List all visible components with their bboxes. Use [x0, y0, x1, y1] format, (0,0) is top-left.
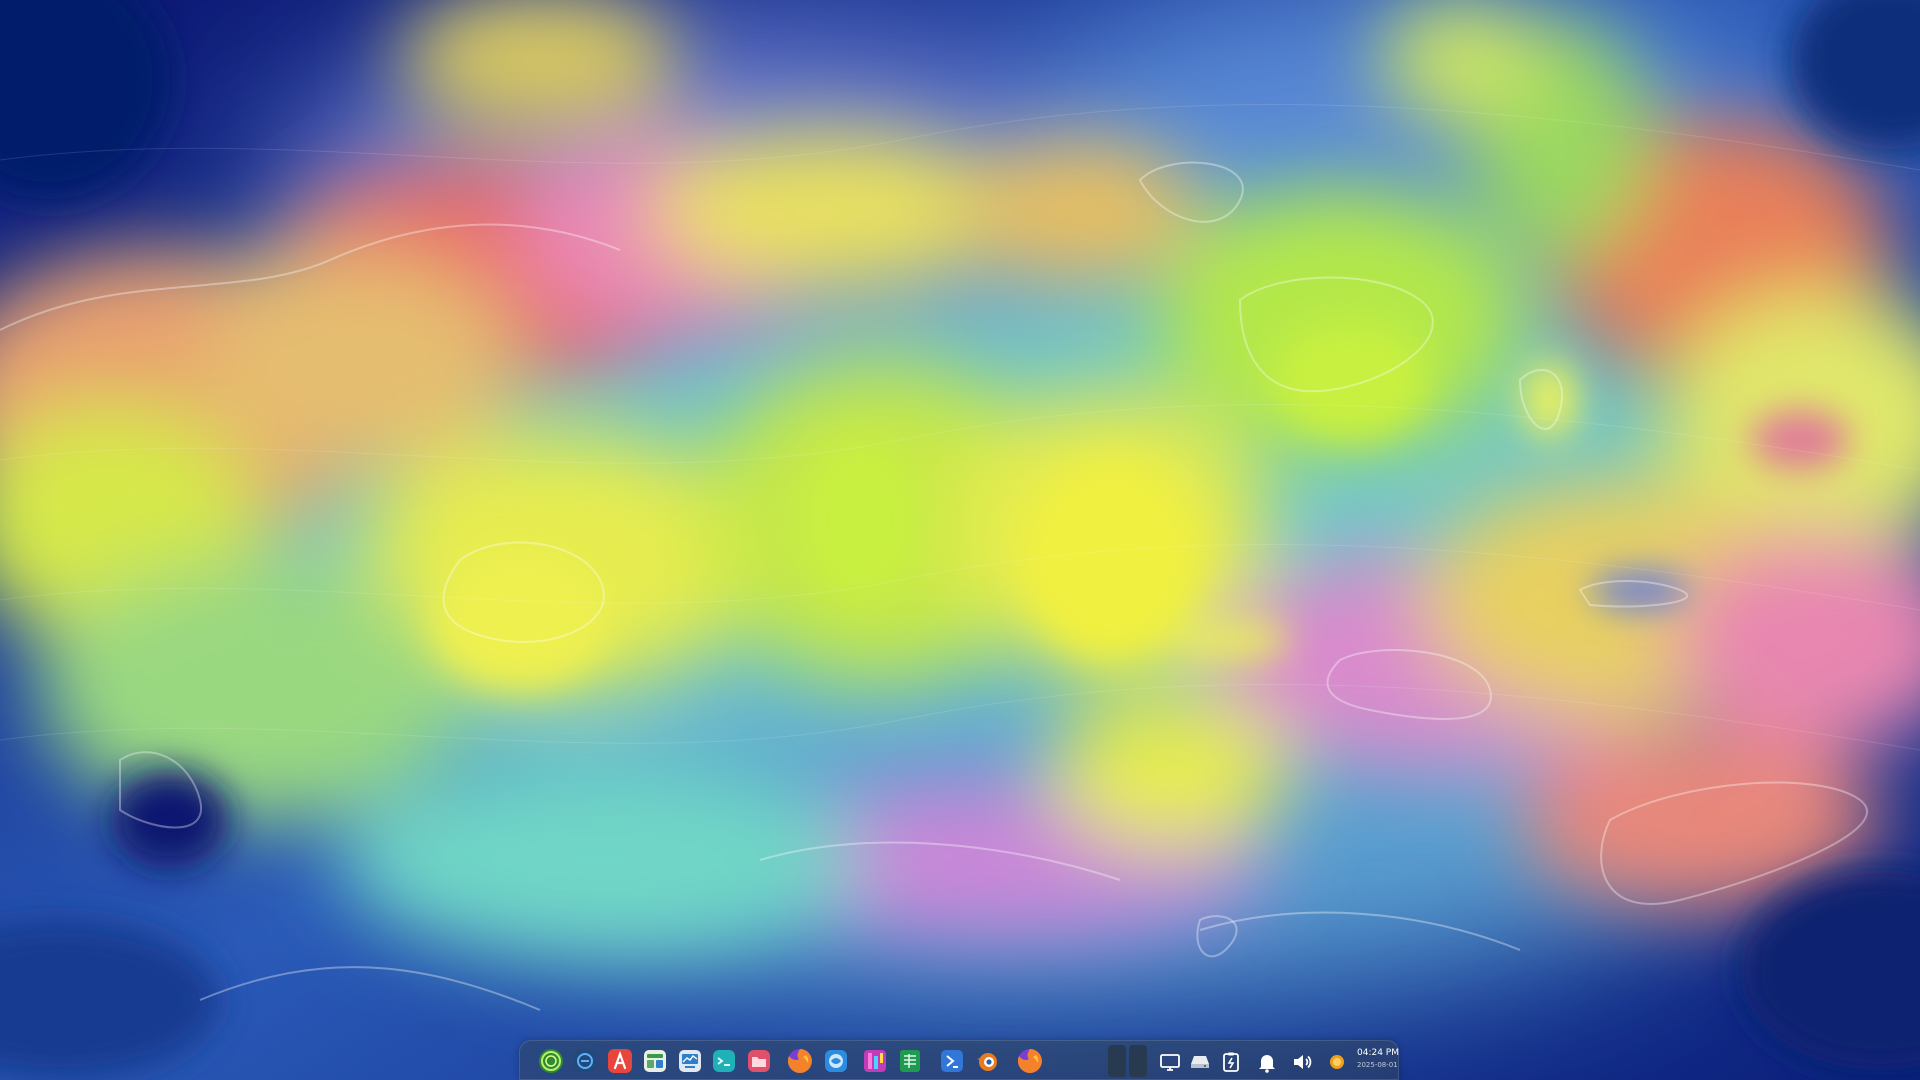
- clipboard-icon[interactable]: [1218, 1049, 1244, 1075]
- app-store-icon[interactable]: [606, 1047, 634, 1075]
- weather-icon[interactable]: [1324, 1049, 1350, 1075]
- multitask-view-icon[interactable]: [571, 1047, 599, 1075]
- browser-icon[interactable]: [822, 1047, 850, 1075]
- desktop: 04:24 PM 2025-08-01: [0, 0, 1920, 1080]
- graphics-editor-icon[interactable]: [861, 1047, 889, 1075]
- monitor-icon[interactable]: [1157, 1049, 1183, 1075]
- clock-date: 2025-08-01: [1357, 1061, 1398, 1069]
- clock[interactable]: 04:24 PM 2025-08-01: [1357, 1047, 1401, 1075]
- clock-time: 04:24 PM: [1357, 1048, 1399, 1058]
- spreadsheet-icon[interactable]: [896, 1047, 924, 1075]
- firefox-icon[interactable]: [1016, 1047, 1044, 1075]
- code-editor-icon[interactable]: [938, 1047, 966, 1075]
- folder-icon[interactable]: [745, 1047, 773, 1075]
- workspace-1[interactable]: [1108, 1045, 1126, 1077]
- system-monitor-icon[interactable]: [676, 1047, 704, 1075]
- launcher-icon[interactable]: [537, 1047, 565, 1075]
- wallpaper: [0, 0, 1920, 1080]
- blender-icon[interactable]: [973, 1047, 1001, 1075]
- dock: 04:24 PM 2025-08-01: [519, 1040, 1399, 1080]
- workspace-switcher[interactable]: [1108, 1045, 1148, 1077]
- volume-icon[interactable]: [1290, 1049, 1316, 1075]
- workspace-2[interactable]: [1129, 1045, 1147, 1077]
- firefox-icon[interactable]: [786, 1047, 814, 1075]
- terminal-icon[interactable]: [710, 1047, 738, 1075]
- bell-icon[interactable]: [1254, 1049, 1280, 1075]
- drive-icon[interactable]: [1187, 1049, 1213, 1075]
- control-center-icon[interactable]: [641, 1047, 669, 1075]
